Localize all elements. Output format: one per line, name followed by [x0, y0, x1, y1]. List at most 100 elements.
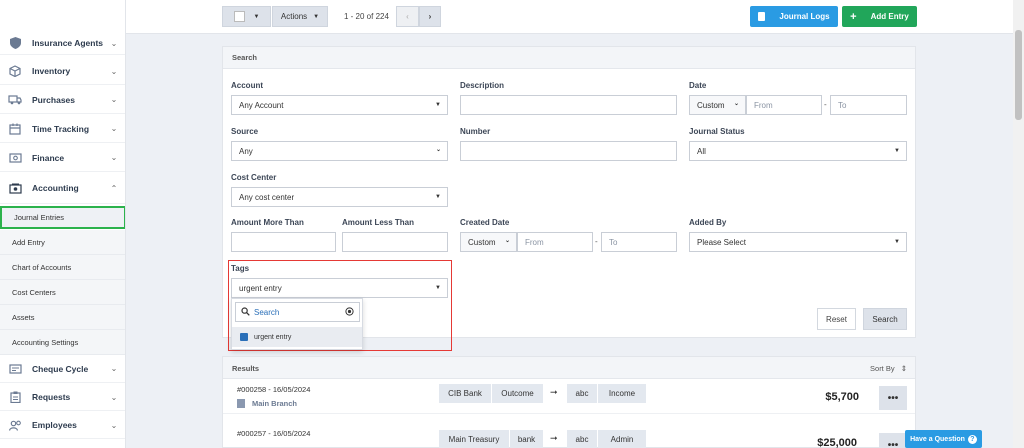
sidebar-item-finance[interactable]: Finance ⌄ — [0, 144, 125, 172]
chevron-down-icon: ⌄ — [435, 147, 441, 153]
created-to-input[interactable]: To — [601, 232, 677, 252]
date-to-placeholder: To — [838, 100, 847, 110]
chevron-down-icon: ⌄ — [110, 66, 118, 76]
chevron-down-icon: ⌄ — [110, 153, 118, 162]
chevron-right-icon: › — [428, 12, 432, 21]
tags-option-urgent-entry[interactable]: urgent entry — [232, 327, 362, 347]
checkbox-icon — [233, 11, 245, 22]
search-label: Search — [872, 314, 898, 324]
cheque-icon — [8, 362, 22, 376]
chevron-down-icon: ⌄ — [110, 95, 118, 104]
entry-amount: $25,000 — [817, 437, 857, 448]
sidebar-item-cheque-cycle[interactable]: Cheque Cycle ⌄ — [0, 355, 125, 383]
users-icon — [8, 418, 22, 432]
table-row[interactable]: #000257 - 16/05/2024 Main Treasury bank … — [223, 423, 915, 448]
created-date-mode-select[interactable]: Custom ⌄ — [460, 232, 517, 252]
account-chip: abc — [567, 384, 597, 403]
add-entry-button[interactable]: + Add Entry — [842, 6, 917, 27]
source-select[interactable]: Any ⌄ — [231, 141, 448, 161]
row-actions-button[interactable]: ••• — [879, 386, 907, 410]
scrollbar-thumb[interactable] — [1015, 30, 1022, 120]
description-input[interactable] — [460, 95, 677, 115]
account-label: Account — [231, 81, 263, 90]
clear-search-icon[interactable] — [345, 307, 354, 318]
range-dash: - — [595, 237, 598, 246]
results-panel: Results Sort By ⇕ #000258 - 16/05/2024 M… — [222, 356, 916, 448]
account-select[interactable]: Any Account ▼ — [231, 95, 448, 115]
page-scrollbar[interactable] — [1013, 0, 1024, 448]
entry-ref: #000257 - 16/05/2024 — [237, 429, 311, 438]
money-icon — [8, 151, 22, 165]
sidebar-item-inventory[interactable]: Inventory ⌄ — [0, 58, 125, 85]
sidebar-item-accounting[interactable]: Accounting ⌃ — [0, 173, 125, 204]
sort-by-button[interactable]: Sort By ⇕ — [870, 364, 907, 373]
next-page-button[interactable]: › — [419, 6, 441, 27]
amount-less-input[interactable] — [342, 232, 448, 252]
amount-more-input[interactable] — [231, 232, 336, 252]
actions-dropdown[interactable]: Actions ▼ — [272, 6, 328, 27]
chevron-up-icon: ⌃ — [110, 183, 118, 193]
date-label: Date — [689, 81, 707, 90]
cost-center-value: Any cost center — [239, 192, 295, 202]
sidebar-subitem-cost-centers[interactable]: Cost Centers — [0, 280, 125, 305]
results-title: Results — [232, 364, 260, 373]
sidebar-subitem-accounting-settings[interactable]: Accounting Settings — [0, 330, 125, 355]
number-input[interactable] — [460, 141, 677, 161]
prev-page-button[interactable]: ‹ — [396, 6, 419, 27]
table-row[interactable]: #000258 - 16/05/2024 Main Branch CIB Ban… — [223, 379, 915, 414]
tags-option-label: urgent entry — [254, 333, 292, 341]
created-from-input[interactable]: From — [517, 232, 593, 252]
cost-center-select[interactable]: Any cost center ▼ — [231, 187, 448, 207]
branch-label: Main Branch — [252, 399, 298, 408]
created-from-placeholder: From — [525, 237, 544, 247]
amount-more-label: Amount More Than — [231, 218, 304, 227]
sidebar-item-label: Time Tracking — [32, 123, 90, 134]
journal-logs-label: Journal Logs — [779, 12, 830, 21]
accounting-icon — [8, 181, 22, 195]
type-chip: Admin — [598, 430, 646, 448]
row-actions-button[interactable]: ••• — [879, 433, 907, 448]
description-label: Description — [460, 81, 505, 90]
reset-button[interactable]: Reset — [817, 308, 856, 330]
sidebar-item-employees[interactable]: Employees ⌄ — [0, 412, 125, 439]
date-mode-value: Custom — [697, 100, 725, 110]
sidebar-item-purchases[interactable]: Purchases ⌄ — [0, 86, 125, 114]
journal-status-select[interactable]: All ▼ — [689, 141, 907, 161]
type-chip: Outcome — [492, 384, 543, 403]
sidebar-subitem-add-entry[interactable]: Add Entry — [0, 230, 125, 255]
tags-label: Tags — [231, 264, 250, 273]
date-from-input[interactable]: From — [746, 95, 822, 115]
account-chip: abc — [567, 430, 597, 448]
chevron-down-icon: ⌄ — [110, 38, 118, 48]
sidebar-subitem-assets[interactable]: Assets — [0, 305, 125, 330]
added-by-select[interactable]: Please Select ▼ — [689, 232, 907, 252]
created-date-label: Created Date — [460, 218, 510, 227]
actions-label: Actions — [280, 12, 308, 21]
tags-select[interactable]: urgent entry ▼ — [231, 278, 448, 298]
tags-search-input[interactable]: Search — [235, 302, 360, 322]
book-icon — [758, 12, 766, 21]
sidebar-subitem-chart-of-accounts[interactable]: Chart of Accounts — [0, 255, 125, 280]
search-button[interactable]: Search — [863, 308, 907, 330]
date-mode-select[interactable]: Custom ⌄ — [689, 95, 746, 115]
sidebar-subitem-journal-entries[interactable]: Journal Entries — [0, 206, 125, 229]
add-entry-label: Add Entry — [870, 12, 909, 21]
have-a-question-button[interactable]: Have a Question ? — [905, 430, 982, 448]
sidebar-item-insurance-agents[interactable]: Insurance Agents ⌄ — [0, 32, 125, 55]
entry-ref: #000258 - 16/05/2024 — [237, 385, 311, 394]
type-chip: Income — [598, 384, 646, 403]
created-to-placeholder: To — [609, 237, 618, 247]
account-chip: CIB Bank — [439, 384, 491, 403]
sidebar-item-requests[interactable]: Requests ⌄ — [0, 384, 125, 411]
account-chip: Main Treasury — [439, 430, 509, 448]
select-all-checkbox-dropdown[interactable]: ▼ — [222, 6, 271, 27]
chevron-left-icon: ‹ — [406, 12, 409, 21]
building-icon — [237, 399, 245, 408]
sidebar-item-time-tracking[interactable]: Time Tracking ⌄ — [0, 115, 125, 143]
journal-logs-button[interactable]: Journal Logs — [750, 6, 838, 27]
date-to-input[interactable]: To — [830, 95, 907, 115]
caret-down-icon: ▼ — [435, 194, 441, 200]
number-label: Number — [460, 127, 491, 136]
cost-center-label: Cost Center — [231, 173, 277, 182]
chevron-down-icon: ⌄ — [733, 101, 739, 107]
